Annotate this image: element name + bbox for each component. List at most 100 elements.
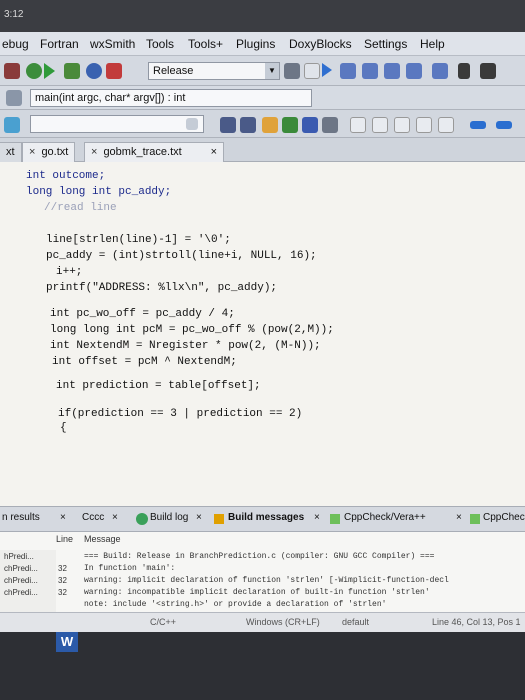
log-message[interactable]: warning: incompatible implicit declarati… (84, 588, 430, 597)
code-line: long long int pc_addy; (26, 186, 171, 198)
status-encoding: default (342, 617, 370, 627)
forward-icon[interactable] (240, 117, 256, 133)
stop-icon[interactable] (4, 63, 20, 79)
cppcheck-icon (330, 514, 340, 524)
code-completion-toolbar: main(int argc, char* argv[]) : int (0, 86, 525, 110)
log-file: chPredi... (4, 576, 38, 585)
tab-cccc[interactable]: Cccc (82, 512, 104, 523)
run-icon[interactable] (44, 63, 55, 79)
back-icon[interactable] (220, 117, 236, 133)
code-text: i++; (56, 266, 83, 278)
menu-tools-plus[interactable]: Tools+ (188, 37, 223, 51)
close-icon[interactable]: × (211, 146, 217, 158)
close-icon[interactable]: × (112, 512, 118, 523)
log-message[interactable]: note: include '<string.h>' or provide a … (84, 600, 386, 609)
close-icon[interactable]: × (60, 512, 66, 523)
jump-icon[interactable] (4, 117, 20, 133)
abort-icon[interactable] (106, 63, 122, 79)
close-icon[interactable]: × (314, 512, 320, 523)
chevron-down-icon[interactable] (186, 118, 198, 130)
tab-search-results[interactable]: n results (2, 512, 40, 523)
code-comment: //read line (44, 202, 117, 214)
close-icon[interactable]: × (196, 512, 202, 523)
tab-gobmk-trace[interactable]: × gobmk_trace.txt × (84, 142, 224, 162)
tab-build-log[interactable]: Build log (150, 512, 188, 523)
code-line: int offset = pcM ^ NextendM; (52, 356, 237, 368)
word-icon[interactable]: W (56, 632, 78, 652)
step-into-icon[interactable] (384, 63, 400, 79)
build-log-icon (136, 513, 148, 525)
log-file: chPredi... (4, 588, 38, 597)
rect-select-icon[interactable] (394, 117, 410, 133)
chevron-down-icon: ▼ (265, 63, 279, 79)
highlight-icon[interactable] (262, 117, 278, 133)
tab-cppcheck[interactable]: CppCheck/ (483, 512, 525, 523)
column-message: Message (84, 534, 121, 544)
menu-help[interactable]: Help (420, 37, 445, 51)
bar2-icon[interactable] (496, 121, 512, 129)
close-icon[interactable]: × (456, 512, 462, 523)
code-text: int offset = pcM ^ NextendM; (52, 356, 237, 368)
code-line: int outcome; (26, 170, 105, 182)
menu-tools[interactable]: Tools (146, 37, 174, 51)
taskbar: W (0, 632, 525, 700)
log-message[interactable]: In function 'main': (84, 564, 175, 573)
code-text: long long int pc_addy; (26, 186, 172, 198)
menu-plugins[interactable]: Plugins (236, 37, 275, 51)
text-icon[interactable] (438, 117, 454, 133)
close-icon[interactable]: × (29, 146, 35, 158)
next-instruction-icon[interactable] (432, 63, 448, 79)
menu-debug[interactable]: ebug (2, 37, 29, 51)
font-icon[interactable] (302, 117, 318, 133)
select-icon[interactable] (350, 117, 366, 133)
image-icon[interactable] (416, 117, 432, 133)
build-icon[interactable] (26, 63, 42, 79)
scope-icon[interactable] (6, 90, 22, 106)
build-messages-icon (214, 514, 224, 524)
build-run-icon[interactable] (64, 63, 80, 79)
code-text: long long int pcM = pc_wo_off % (pow(2,M… (50, 324, 334, 336)
menu-bar: ebug Fortran wxSmith Tools Tools+ Plugin… (0, 32, 525, 56)
tab-build-messages[interactable]: Build messages (228, 512, 304, 523)
log-file: chPredi... (4, 564, 38, 573)
code-text: line[strlen(line)-1] = '\0'; (46, 234, 231, 246)
rebuild-icon[interactable] (86, 63, 102, 79)
log-line-number: 32 (58, 564, 67, 573)
log-message[interactable]: warning: implicit declaration of functio… (84, 576, 449, 585)
menu-doxyblocks[interactable]: DoxyBlocks (289, 37, 352, 51)
search-combo[interactable] (30, 115, 204, 133)
menu-fortran[interactable]: Fortran (40, 37, 79, 51)
window-title: 3:12 (4, 9, 24, 20)
cursor-icon[interactable] (372, 117, 388, 133)
close-icon[interactable]: × (91, 146, 97, 158)
code-line: line[strlen(line)-1] = '\0'; (46, 234, 231, 246)
log-message[interactable]: === Build: Release in BranchPrediction.c… (84, 552, 434, 561)
menu-settings[interactable]: Settings (364, 37, 407, 51)
build-target-select[interactable]: Release ▼ (148, 62, 280, 80)
code-line: int prediction = table[offset]; (56, 380, 261, 392)
pause-icon[interactable] (458, 63, 470, 79)
menu-wxsmith[interactable]: wxSmith (90, 37, 135, 51)
run-to-cursor-icon[interactable] (340, 63, 356, 79)
bar-icon[interactable] (470, 121, 486, 129)
stop-debug-icon[interactable] (480, 63, 496, 79)
regex-icon[interactable] (322, 117, 338, 133)
log-file: hPredi... (4, 552, 34, 561)
tab-previous[interactable]: xt (0, 142, 22, 162)
build-target-value: Release (153, 65, 194, 77)
status-language: C/C++ (150, 617, 177, 627)
build-all-icon[interactable] (304, 63, 320, 79)
tab-cppcheck-vera[interactable]: CppCheck/Vera++ (344, 512, 426, 523)
next-line-icon[interactable] (362, 63, 378, 79)
code-line: i++; (56, 266, 82, 278)
function-select[interactable]: main(int argc, char* argv[]) : int (30, 89, 312, 107)
bookmark-icon[interactable] (282, 117, 298, 133)
status-bar: C/C++ Windows (CR+LF) default Line 46, C… (0, 612, 525, 632)
code-editor[interactable]: int outcome; long long int pc_addy; //re… (0, 162, 525, 506)
step-out-icon[interactable] (406, 63, 422, 79)
debug-run-icon[interactable] (322, 63, 332, 77)
cppcheck-icon (470, 514, 480, 524)
target-options-icon[interactable] (284, 63, 300, 79)
tab-go-txt[interactable]: × go.txt (22, 142, 76, 162)
log-line-number: 32 (58, 576, 67, 585)
